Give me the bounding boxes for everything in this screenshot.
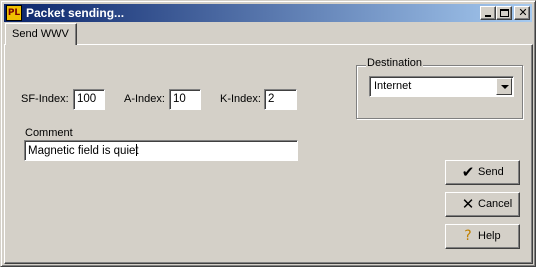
minimize-button[interactable] [480, 6, 496, 20]
dropdown-arrow-button[interactable] [496, 78, 512, 95]
text-caret [135, 144, 137, 156]
comment-value: Magnetic field is quiet [28, 145, 139, 157]
destination-select[interactable]: Internet [369, 76, 514, 97]
cancel-button-label: Cancel [478, 198, 513, 210]
close-button[interactable]: ✕ [514, 6, 530, 20]
app-icon: PL [6, 5, 22, 21]
cancel-button[interactable]: ✕ Cancel [445, 192, 520, 217]
help-button[interactable]: ? Help [445, 224, 520, 249]
destination-label: Destination [366, 57, 424, 69]
tab-label: Send WWV [12, 28, 69, 40]
maximize-button[interactable] [496, 6, 512, 20]
dialog-window: PL Packet sending... ✕ Send WWV SF-Index… [0, 0, 536, 267]
send-button[interactable]: ✔ Send [445, 160, 520, 185]
a-index-input[interactable]: 10 [169, 89, 201, 110]
window-title: Packet sending... [26, 6, 125, 20]
destination-value: Internet [374, 80, 412, 92]
k-index-input[interactable]: 2 [264, 89, 297, 110]
help-button-label: Help [478, 230, 501, 242]
minimize-icon [485, 15, 491, 17]
sf-index-label: SF-Index: [21, 93, 69, 105]
close-icon: ✕ [518, 6, 528, 19]
tab-send-wwv[interactable]: Send WWV [5, 23, 77, 45]
a-index-label: A-Index: [124, 93, 165, 105]
comment-label: Comment [25, 127, 73, 139]
send-button-label: Send [478, 166, 504, 178]
chevron-down-icon [501, 85, 509, 89]
sf-index-input[interactable]: 100 [73, 89, 105, 110]
maximize-icon [500, 9, 509, 17]
k-index-label: K-Index: [220, 93, 261, 105]
question-icon: ? [464, 228, 472, 244]
title-bar[interactable]: PL Packet sending... ✕ [4, 4, 532, 22]
x-icon: ✕ [461, 195, 475, 213]
check-icon: ✔ [461, 163, 475, 181]
comment-input[interactable]: Magnetic field is quiet [24, 140, 298, 161]
